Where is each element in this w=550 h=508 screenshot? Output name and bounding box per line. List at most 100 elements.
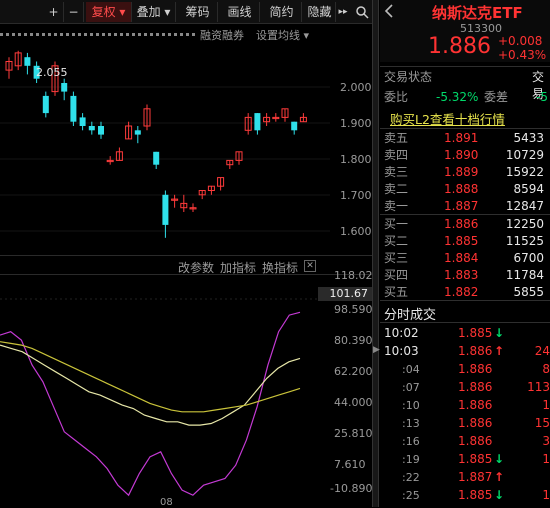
more-arrows-icon[interactable]: ▸▸ xyxy=(336,2,350,22)
arrow-down-icon: ↓ xyxy=(494,488,505,502)
l2-upgrade-link[interactable]: 购买L2查看十档行情 xyxy=(390,109,505,128)
trade-row: 10:03 1.886 ↑ 24 xyxy=(380,343,550,360)
y-tick: 2.000 xyxy=(340,81,372,94)
candle-body xyxy=(61,83,68,92)
trade-price: 1.887 xyxy=(458,470,493,484)
diejia-dropdown[interactable]: 叠加 ▾ xyxy=(132,2,176,22)
weibi-label: 委比 xyxy=(384,90,409,104)
order-price: 1.889 xyxy=(444,165,479,179)
trade-row: :13 1.886 15 xyxy=(380,415,550,432)
order-level-label: 买五 xyxy=(384,285,409,299)
buy-order-row[interactable]: 买一 1.886 12250 xyxy=(380,216,550,233)
trade-time: 10:02 xyxy=(384,326,419,340)
indicator-chart xyxy=(0,298,372,497)
jianyue-button[interactable]: 简约 xyxy=(262,2,302,22)
trade-time: :04 xyxy=(402,363,420,376)
order-level-label: 卖一 xyxy=(384,199,409,213)
sell-order-row[interactable]: 卖一 1.887 12847 xyxy=(380,198,550,215)
trade-row: :04 1.886 8 xyxy=(380,361,550,378)
candle-body xyxy=(42,95,49,114)
chevron-down-icon: ▾ xyxy=(119,5,126,19)
buy-order-row[interactable]: 买五 1.882 5855 xyxy=(380,284,550,301)
trade-volume: 1 xyxy=(542,488,550,502)
weicha-value: -5 xyxy=(536,90,548,104)
current-price: 1.886 xyxy=(428,34,491,59)
x-tick: 08 xyxy=(160,497,173,508)
buy-order-row[interactable]: 买三 1.884 6700 xyxy=(380,250,550,267)
indicator-line xyxy=(0,341,301,413)
quote-panel: 纳斯达克ETF 513300 1.886 +0.008 +0.43% 交易状态 … xyxy=(380,0,550,507)
huaxian-button[interactable]: 画线 xyxy=(220,2,260,22)
chouma-button[interactable]: 筹码 xyxy=(178,2,218,22)
jiazhibiao-button[interactable]: 加指标 xyxy=(220,259,256,276)
order-level-label: 卖三 xyxy=(384,165,409,179)
candle-body xyxy=(153,151,160,165)
trade-volume: 8 xyxy=(542,362,550,376)
sell-order-row[interactable]: 卖三 1.889 15922 xyxy=(380,164,550,181)
candle-body xyxy=(134,130,141,135)
status-label: 交易状态 xyxy=(384,70,433,84)
back-arrow-icon[interactable] xyxy=(382,4,396,18)
current-indicator-value: 101.67 xyxy=(318,287,372,301)
order-volume: 11784 xyxy=(505,268,544,282)
order-level-label: 买二 xyxy=(384,234,409,248)
weibi-value: -5.32% xyxy=(436,90,479,104)
trade-price: 1.885 xyxy=(458,488,493,502)
stock-name: 纳斯达克ETF xyxy=(432,4,523,22)
candle-body xyxy=(254,113,261,131)
order-price: 1.884 xyxy=(444,251,479,265)
close-icon[interactable]: ✕ xyxy=(304,260,316,272)
trade-price: 1.886 xyxy=(458,344,493,358)
trade-price: 1.886 xyxy=(458,434,493,448)
trading-status-row: 交易状态 交易 xyxy=(380,69,550,101)
trade-row: :16 1.886 3 xyxy=(380,433,550,450)
order-price: 1.882 xyxy=(444,285,479,299)
sell-order-row[interactable]: 卖五 1.891 5433 xyxy=(380,130,550,147)
order-level-label: 卖五 xyxy=(384,131,409,145)
candle-body xyxy=(98,126,104,135)
trade-volume: 1 xyxy=(542,398,550,412)
trade-time: :10 xyxy=(402,399,420,412)
chart-toolbar: + − 复权 ▾ 叠加 ▾ 筹码 画线 简约 隐藏 ▸▸ xyxy=(0,0,372,24)
order-level-label: 买一 xyxy=(384,217,409,231)
gaicanshu-button[interactable]: 改参数 xyxy=(178,259,214,276)
trade-row: :22 1.887 ↑ xyxy=(380,469,550,486)
weibi-row: 委比 -5.32% 委差 -5 xyxy=(380,89,550,106)
sell-order-row[interactable]: 卖四 1.890 10729 xyxy=(380,147,550,164)
collapse-arrow-icon[interactable]: ▶ xyxy=(373,345,380,355)
y-tick: 44.000 xyxy=(334,396,373,409)
zoom-in-button[interactable]: + xyxy=(44,2,64,22)
order-volume: 6700 xyxy=(513,251,544,265)
order-volume: 5433 xyxy=(513,131,544,145)
candle-body xyxy=(88,126,95,131)
y-tick: 62.200 xyxy=(334,365,373,378)
price-change: +0.008 xyxy=(498,34,543,48)
yincang-button[interactable]: 隐藏 xyxy=(304,2,336,22)
y-tick: 98.590 xyxy=(334,303,373,316)
huanzhibiao-button[interactable]: 换指标 xyxy=(262,259,298,276)
order-level-label: 卖四 xyxy=(384,148,409,162)
buy-order-row[interactable]: 买四 1.883 11784 xyxy=(380,267,550,284)
y-tick: 1.700 xyxy=(340,189,372,202)
candle-body xyxy=(24,57,31,66)
zoom-out-button[interactable]: − xyxy=(64,2,84,22)
fuquan-dropdown[interactable]: 复权 ▾ xyxy=(86,2,132,22)
trade-row: 10:02 1.885 ↓ xyxy=(380,325,550,342)
order-price: 1.888 xyxy=(444,182,479,196)
buy-order-row[interactable]: 买二 1.885 11525 xyxy=(380,233,550,250)
order-volume: 12250 xyxy=(505,217,544,231)
trades-title: 分时成交 xyxy=(384,308,437,323)
trade-time: :16 xyxy=(402,435,420,448)
sell-order-row[interactable]: 卖二 1.888 8594 xyxy=(380,181,550,198)
trade-volume: 24 xyxy=(534,344,550,358)
order-price: 1.887 xyxy=(444,199,479,213)
trade-row: :07 1.886 113 xyxy=(380,379,550,396)
fuquan-label: 复权 xyxy=(91,5,116,19)
order-level-label: 买四 xyxy=(384,268,409,282)
search-icon[interactable] xyxy=(352,2,372,22)
order-volume: 5855 xyxy=(513,285,544,299)
order-price: 1.886 xyxy=(444,217,479,231)
diejia-label: 叠加 xyxy=(136,5,161,19)
panel-divider[interactable]: ▶ xyxy=(372,0,380,507)
order-price: 1.885 xyxy=(444,234,479,248)
